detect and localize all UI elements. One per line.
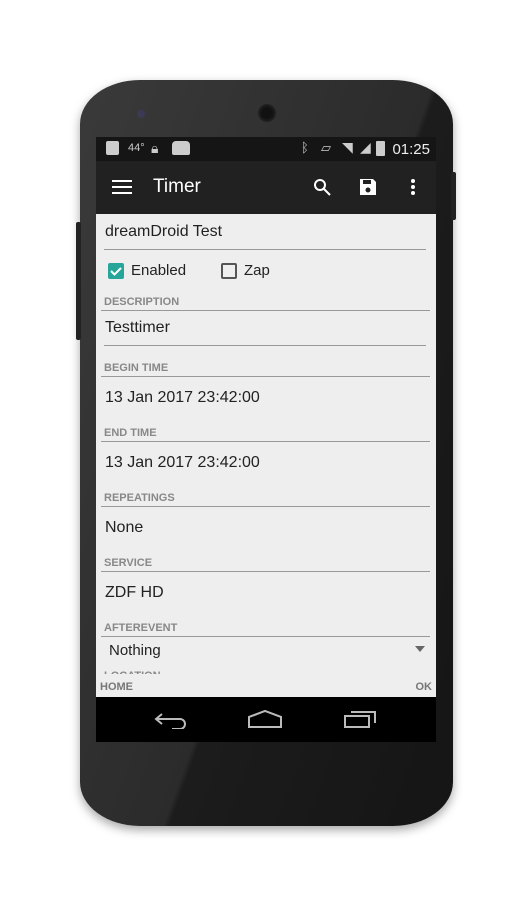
screen: 44° 🔒︎ ᛒ ▱ ◥ ◢ 01:25 Timer dreamDroid Te… [96,137,436,742]
back-icon[interactable] [154,711,188,729]
bottom-bar: HOME OK [96,674,436,697]
bluetooth-icon: ᛒ [301,140,309,155]
repeatings-label: REPEATINGS [104,492,175,504]
more-vert-icon[interactable] [401,175,425,199]
divider [104,249,426,250]
home-icon[interactable] [247,709,283,729]
voicemail-icon [106,141,119,155]
front-camera [137,110,145,118]
end-time-label: END TIME [104,427,157,439]
divider [104,345,426,346]
divider [101,310,430,311]
recents-icon[interactable] [343,709,377,729]
action-bar: Timer [96,161,436,214]
begin-time-label: BEGIN TIME [104,362,169,374]
temperature-text: 44° [128,142,145,154]
volume-button [76,222,81,340]
save-icon[interactable] [356,175,380,199]
enabled-checkbox[interactable] [108,263,124,279]
earpiece-speaker [258,104,276,122]
description-label: DESCRIPTION [104,296,180,308]
menu-icon[interactable] [110,175,134,199]
dropdown-arrow-icon[interactable] [415,646,425,652]
power-button [451,172,456,220]
service-label: SERVICE [104,557,153,569]
divider [101,441,430,442]
zap-checkbox[interactable] [221,263,237,279]
afterevent-spinner[interactable]: Nothing [109,642,161,659]
service-value[interactable]: ZDF HD [105,584,164,602]
lock-icon: 🔒︎ [151,140,159,156]
divider [101,636,430,637]
timer-form: dreamDroid Test Enabled Zap DESCRIPTION … [96,214,436,697]
begin-time-value[interactable]: 13 Jan 2017 23:42:00 [105,389,260,407]
repeatings-value[interactable]: None [105,519,143,537]
battery-icon [376,141,385,156]
zap-label: Zap [244,262,270,279]
divider [101,376,430,377]
android-icon [172,141,190,155]
ok-button[interactable]: OK [416,681,433,693]
description-input[interactable]: Testtimer [105,319,170,337]
search-icon[interactable] [310,175,334,199]
page-title: Timer [153,176,201,197]
name-input[interactable]: dreamDroid Test [105,223,222,241]
afterevent-label: AFTEREVENT [104,622,178,634]
status-bar: 44° 🔒︎ ᛒ ▱ ◥ ◢ 01:25 [96,137,436,161]
wifi-icon: ◥ [342,139,353,155]
signal-icon: ◢ [360,139,371,155]
enabled-label: Enabled [131,262,187,279]
divider [101,506,430,507]
home-button[interactable]: HOME [100,681,133,693]
divider [101,571,430,572]
clock: 01:25 [392,141,430,158]
navigation-bar [96,697,436,742]
rotation-icon: ▱ [321,140,331,155]
end-time-value[interactable]: 13 Jan 2017 23:42:00 [105,454,260,472]
